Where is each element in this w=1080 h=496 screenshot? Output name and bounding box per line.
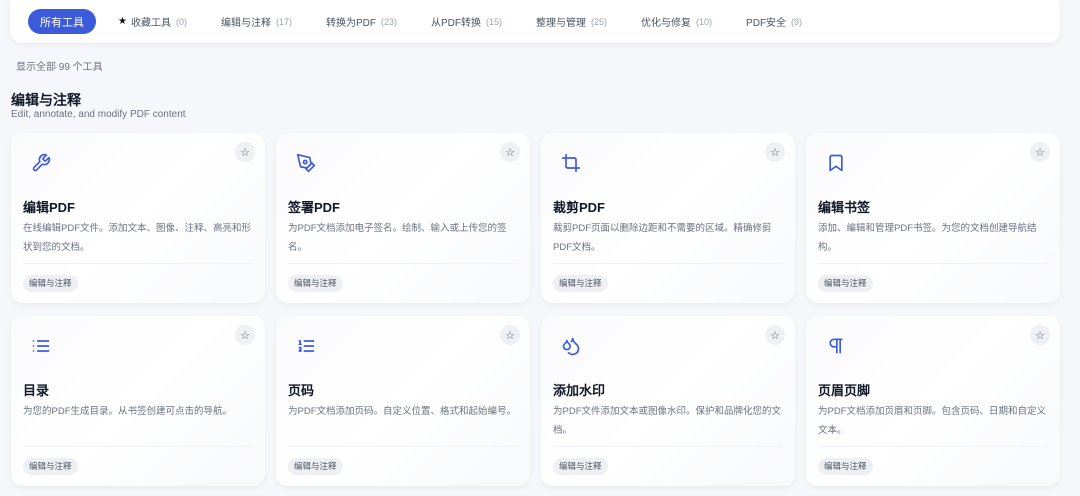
tab-count: (10) (696, 16, 713, 27)
tab-label: 所有工具 (40, 16, 84, 29)
wrench-icon (31, 153, 51, 173)
tab-count: (23) (380, 16, 397, 27)
tool-title: 编辑PDF (23, 200, 76, 215)
list-icon (31, 336, 51, 356)
tool-card[interactable]: ☆ 目录 为您的PDF生成目录。从书签创建可点击的导航。 编辑与注释 (11, 316, 265, 486)
star-icon: ★ (118, 16, 127, 27)
tool-description: 为PDF文档添加页眉和页脚。包含页码、日期和自定义文本。 (818, 406, 1047, 436)
category-tag: 编辑与注释 (818, 458, 873, 475)
tool-description: 在线编辑PDF文件。添加文本、图像、注释、高亮和形状到您的文档。 (23, 223, 252, 253)
star-outline-icon: ☆ (240, 329, 250, 342)
tool-grid: ☆ 编辑PDF 在线编辑PDF文件。添加文本、图像、注释、高亮和形状到您的文档。… (11, 133, 1060, 486)
divider (23, 446, 253, 447)
divider (288, 446, 518, 447)
section-title: 编辑与注释 (11, 92, 81, 108)
favorite-star-button[interactable]: ☆ (500, 142, 520, 162)
section-subtitle: Edit, annotate, and modify PDF content (11, 109, 186, 120)
crop-icon (561, 153, 581, 173)
tool-card[interactable]: ☆ 签署PDF 为PDF文档添加电子签名。绘制、输入或上传您的签名。 编辑与注释 (276, 133, 530, 303)
favorite-star-button[interactable]: ☆ (765, 325, 785, 345)
tool-card[interactable]: ☆ 裁剪PDF 裁剪PDF页面以删除边距和不需要的区域。精确修剪PDF文档。 编… (541, 133, 795, 303)
favorite-star-button[interactable]: ☆ (1030, 142, 1050, 162)
star-outline-icon: ☆ (770, 146, 780, 159)
category-tag: 编辑与注释 (23, 275, 78, 292)
star-outline-icon: ☆ (505, 329, 515, 342)
star-outline-icon: ☆ (505, 146, 515, 159)
star-outline-icon: ☆ (1035, 329, 1045, 342)
tab-favorites[interactable]: ★ 收藏工具 (0) (106, 9, 199, 34)
tab-count: (15) (486, 16, 503, 27)
tool-card[interactable]: ☆ 添加水印 为PDF文件添加文本或图像水印。保护和品牌化您的文档。 编辑与注释 (541, 316, 795, 486)
tab-label: 编辑与注释 (220, 18, 271, 29)
category-tag: 编辑与注释 (818, 275, 873, 292)
tab-security[interactable]: PDF安全 (9) (734, 9, 814, 34)
tool-title: 添加水印 (553, 383, 606, 398)
tool-description: 裁剪PDF页面以删除边距和不需要的区域。精确修剪PDF文档。 (553, 223, 772, 253)
tab-count: (25) (591, 16, 608, 27)
tool-title: 页码 (288, 383, 315, 398)
divider (23, 263, 253, 264)
tool-description: 为PDF文档添加电子签名。绘制、输入或上传您的签名。 (288, 223, 507, 253)
star-outline-icon: ☆ (770, 329, 780, 342)
star-outline-icon: ☆ (1035, 146, 1045, 159)
star-outline-icon: ☆ (240, 146, 250, 159)
tool-title: 目录 (23, 383, 50, 398)
favorite-star-button[interactable]: ☆ (1030, 325, 1050, 345)
tab-convert-from-pdf[interactable]: 从PDF转换 (15) (419, 9, 514, 34)
divider (818, 446, 1048, 447)
category-tabs: 所有工具 ★ 收藏工具 (0) 编辑与注释 (17) 转换为PDF (23) 从PDF转… (10, 0, 1060, 43)
droplets-icon (561, 336, 581, 356)
tool-title: 编辑书签 (818, 200, 871, 215)
numbered-list-icon (296, 336, 316, 356)
category-tag: 编辑与注释 (553, 275, 608, 292)
tool-title: 裁剪PDF (553, 200, 606, 215)
divider (553, 446, 783, 447)
tab-label: 优化与修复 (641, 18, 692, 29)
tool-description: 为PDF文件添加文本或图像水印。保护和品牌化您的文档。 (553, 406, 782, 436)
category-tag: 编辑与注释 (553, 458, 608, 475)
tool-card[interactable]: ☆ 编辑书签 添加、编辑和管理PDF书签。为您的文档创建导航结构。 编辑与注释 (806, 133, 1060, 303)
favorite-star-button[interactable]: ☆ (500, 325, 520, 345)
tool-card[interactable]: ☆ 页码 为PDF文档添加页码。自定义位置、格式和起始编号。 编辑与注释 (276, 316, 530, 486)
tab-count: (17) (275, 16, 292, 27)
tool-count: 显示全部 99 个工具 (16, 62, 103, 73)
favorite-star-button[interactable]: ☆ (235, 325, 255, 345)
tool-card[interactable]: ☆ 编辑PDF 在线编辑PDF文件。添加文本、图像、注释、高亮和形状到您的文档。… (11, 133, 265, 303)
tab-label: PDF安全 (746, 18, 787, 29)
tab-count: (0) (175, 16, 187, 27)
tab-convert-to-pdf[interactable]: 转换为PDF (23) (314, 9, 409, 34)
category-tag: 编辑与注释 (288, 458, 343, 475)
tool-card[interactable]: ☆ 页眉页脚 为PDF文档添加页眉和页脚。包含页码、日期和自定义文本。 编辑与注… (806, 316, 1060, 486)
tab-count: (9) (791, 16, 803, 27)
tab-label: 转换为PDF (325, 18, 376, 29)
category-tag: 编辑与注释 (23, 458, 78, 475)
tool-title: 页眉页脚 (818, 383, 871, 398)
divider (288, 263, 518, 264)
favorite-star-button[interactable]: ☆ (765, 142, 785, 162)
tab-edit-annotate[interactable]: 编辑与注释 (17) (209, 9, 304, 34)
tab-all-tools[interactable]: 所有工具 (28, 9, 96, 34)
tab-organize[interactable]: 整理与管理 (25) (524, 9, 619, 34)
tab-optimize[interactable]: 优化与修复 (10) (629, 9, 724, 34)
tool-description: 添加、编辑和管理PDF书签。为您的文档创建导航结构。 (818, 223, 1037, 253)
category-tag: 编辑与注释 (288, 275, 343, 292)
tool-description: 为PDF文档添加页码。自定义位置、格式和起始编号。 (288, 406, 517, 417)
tab-label: 从PDF转换 (431, 18, 481, 29)
pilcrow-icon (826, 336, 846, 356)
divider (818, 263, 1048, 264)
tab-label: 整理与管理 (536, 18, 587, 29)
divider (553, 263, 783, 264)
tool-description: 为您的PDF生成目录。从书签创建可点击的导航。 (23, 406, 233, 417)
tab-label: 收藏工具 (130, 18, 171, 29)
favorite-star-button[interactable]: ☆ (235, 142, 255, 162)
tool-title: 签署PDF (288, 200, 341, 215)
bookmark-icon (826, 153, 846, 173)
pen-nib-icon (296, 153, 316, 173)
